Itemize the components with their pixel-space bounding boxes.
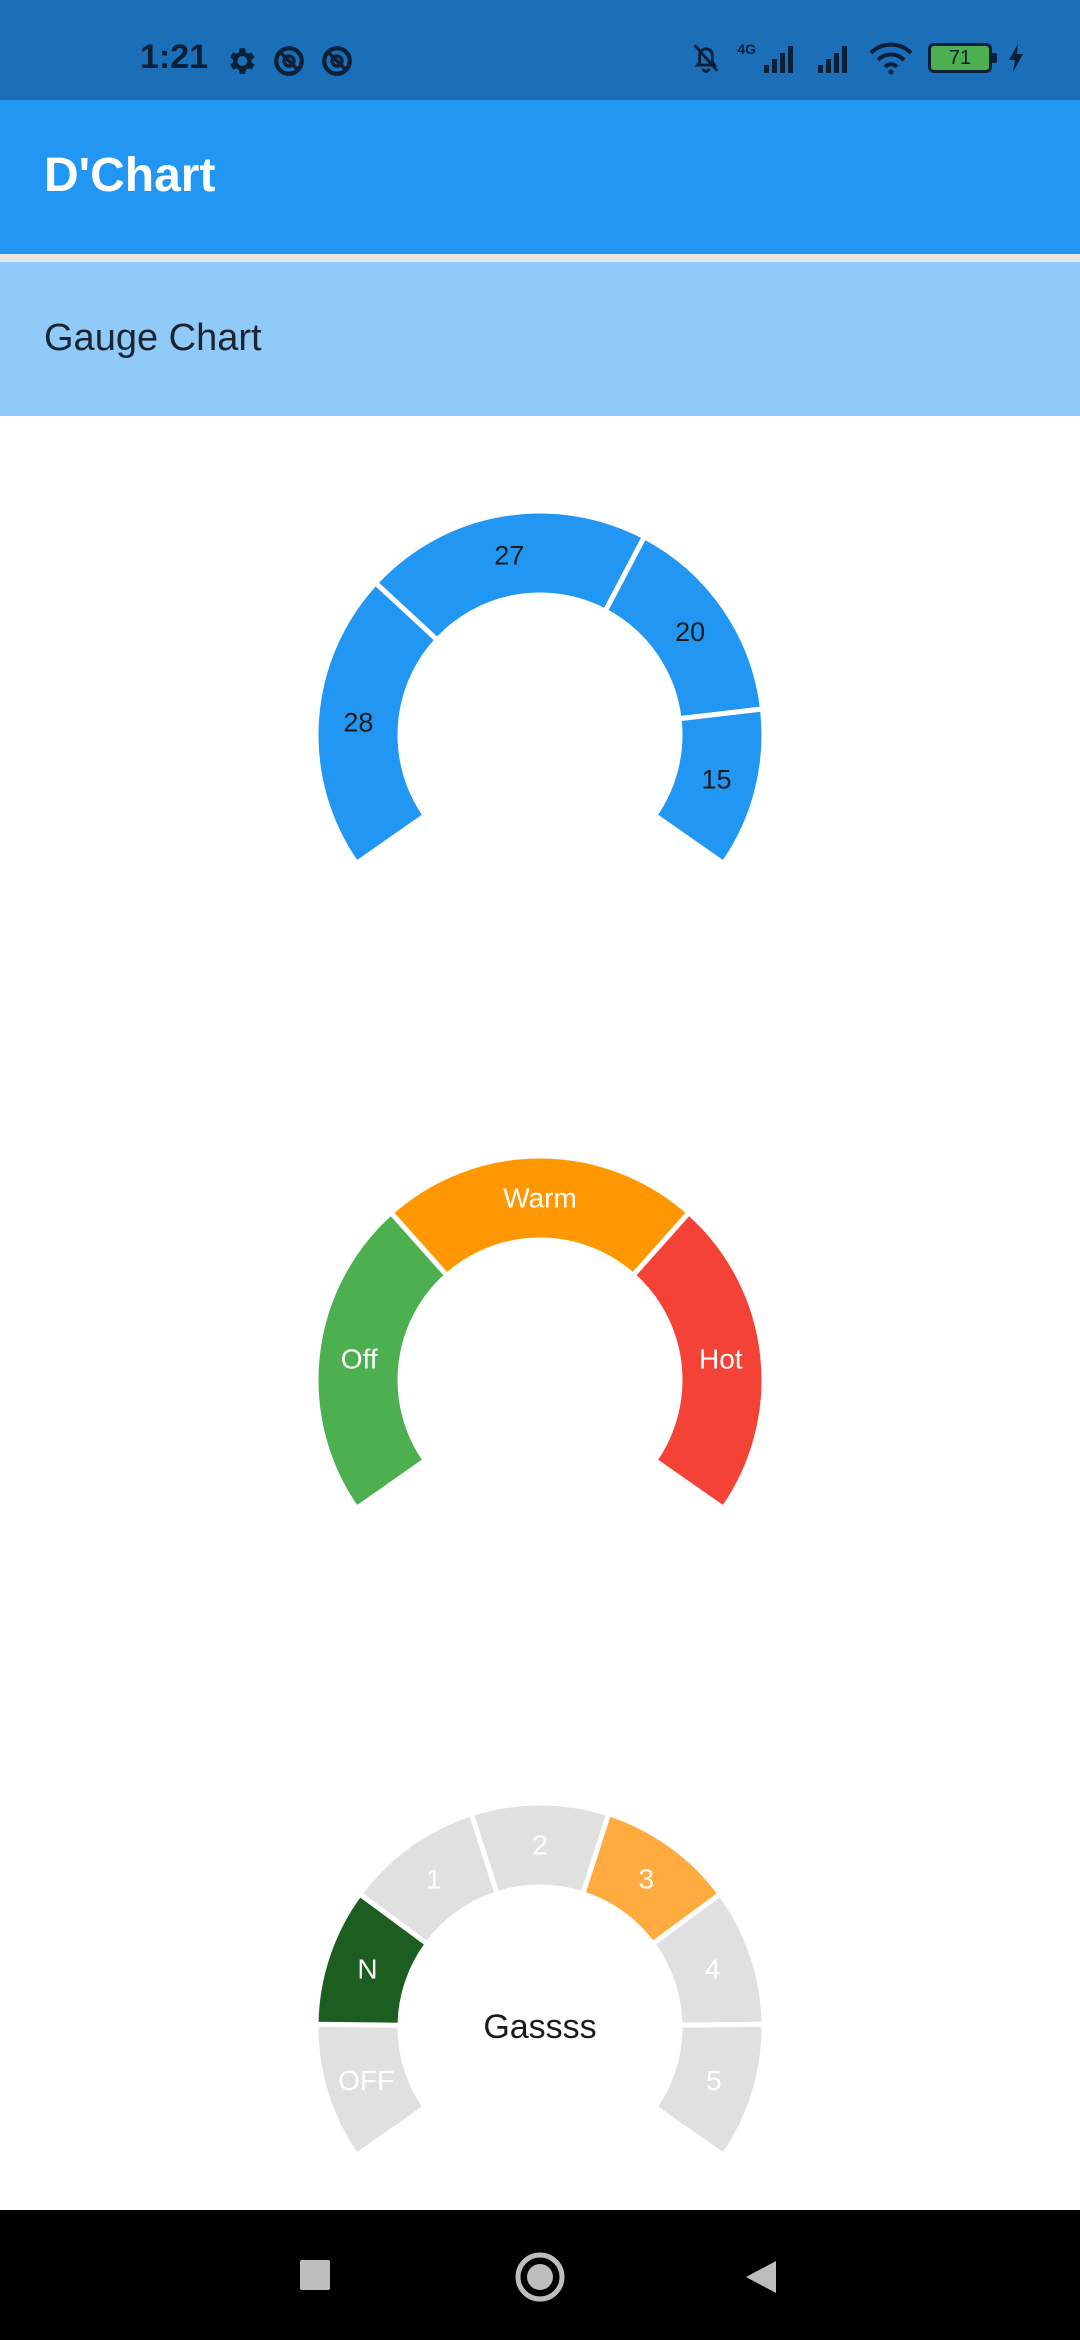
gauge-1-label-4: 15 (701, 765, 731, 795)
gauge-charts: 28 27 20 15 Off Warm Hot OFF N 1 2 3 4 5 Gassss (313, 508, 767, 2159)
gauge-3-label-3: 1 (426, 1864, 442, 1895)
gauge-3-label-7: 5 (706, 2065, 722, 2096)
gauge-1-label-3: 20 (675, 617, 705, 647)
navigation-bar (0, 2210, 1080, 2340)
gauge-1-label-1: 28 (343, 708, 373, 738)
home-circle-icon[interactable] (514, 2251, 566, 2303)
gauge-3-label-5: 3 (638, 1864, 654, 1895)
gauge-2-label-3: Hot (699, 1343, 743, 1374)
gauge-1-label-2: 27 (494, 541, 524, 571)
gauge-2-label-1: Off (341, 1343, 378, 1374)
gauge-3-label-1: OFF (338, 2065, 394, 2096)
gauge-2-segment-2 (387, 1153, 693, 1279)
gauge-3-label-6: 4 (705, 1954, 721, 1985)
gauge-1-segment-2 (372, 508, 648, 644)
back-triangle-icon[interactable] (742, 2258, 778, 2296)
gauge-2-label-2: Warm (503, 1183, 577, 1214)
gauge-3-label-2: N (357, 1954, 377, 1985)
gauge-3-label-4: 2 (532, 1830, 548, 1861)
gauge-3-center-label: Gassss (483, 2008, 596, 2046)
recents-square-icon[interactable] (300, 2260, 330, 2290)
